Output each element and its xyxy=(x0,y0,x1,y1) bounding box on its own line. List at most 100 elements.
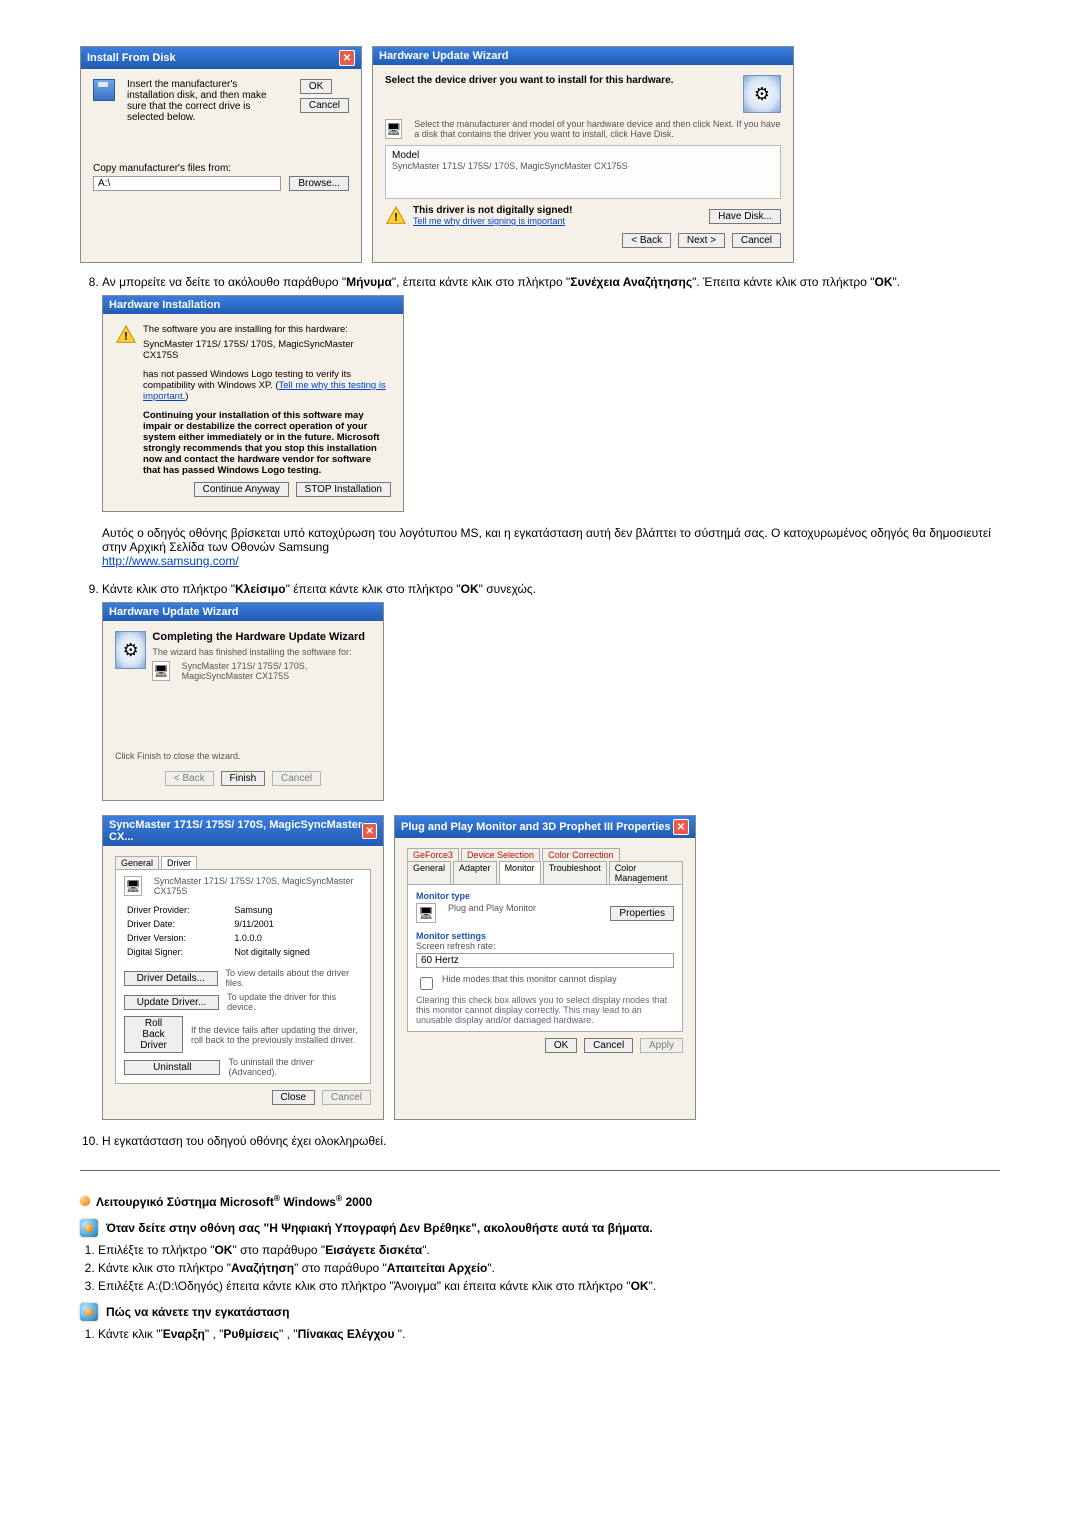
tab-gf[interactable]: GeForce3 xyxy=(407,848,459,861)
refresh-select[interactable]: 60 Hertz xyxy=(416,953,674,968)
close-icon[interactable]: ✕ xyxy=(673,819,689,835)
drive-select[interactable]: A:\ xyxy=(93,176,281,191)
cancel-button[interactable]: Cancel xyxy=(732,233,781,248)
step9-frag: " συνεχώς. xyxy=(479,582,536,596)
pnp-props-dialog: Plug and Play Monitor and 3D Prophet III… xyxy=(394,815,696,1120)
ok-button[interactable]: OK xyxy=(300,79,332,94)
tab-general[interactable]: General xyxy=(407,861,451,884)
digsig-step-1: Επιλέξτε το πλήκτρο "OK" στο παράθυρο "Ε… xyxy=(98,1243,1000,1257)
step9-ok: OK xyxy=(461,582,479,596)
update-driver-txt: To update the driver for this device. xyxy=(227,992,362,1012)
complete-wizard-title: Hardware Update Wizard xyxy=(109,606,239,618)
complete-wizard-dialog: Hardware Update Wizard ⚙︎ Completing the… xyxy=(102,602,384,801)
hw-install-warn: Continuing your installation of this sof… xyxy=(143,410,391,476)
bullet-icon xyxy=(80,1196,90,1206)
close-icon[interactable]: ✕ xyxy=(362,823,377,839)
sign-l: Digital Signer: xyxy=(126,946,231,958)
hw-update-wizard-title: Hardware Update Wizard xyxy=(379,50,509,62)
tab-color[interactable]: Color Correction xyxy=(542,848,620,861)
ok-button[interactable]: OK xyxy=(545,1038,577,1053)
model-label: Model xyxy=(392,150,774,161)
refresh-label: Screen refresh rate: xyxy=(416,941,674,951)
tab-devsel[interactable]: Device Selection xyxy=(461,848,540,861)
step8-frag: ". Έπειτα κάντε κλικ στο πλήκτρο " xyxy=(692,275,874,289)
have-disk-button[interactable]: Have Disk... xyxy=(709,209,781,224)
stop-install-button[interactable]: STOP Installation xyxy=(296,482,391,497)
browse-button[interactable]: Browse... xyxy=(289,176,349,191)
tab-general[interactable]: General xyxy=(115,856,159,869)
wizard-icon: ⚙︎ xyxy=(743,75,781,113)
hw-update-wizard-select: Hardware Update Wizard Select the device… xyxy=(372,46,794,263)
why-signing-link[interactable]: Tell me why driver signing is important xyxy=(413,216,572,226)
digsig-step-2: Κάντε κλικ στο πλήκτρο "Αναζήτηση" στο π… xyxy=(98,1261,1000,1275)
step-8: Αν μπορείτε να δείτε το ακόλουθο παράθυρ… xyxy=(102,275,1000,568)
ver-l: Driver Version: xyxy=(126,932,231,944)
hw-install-line1: The software you are installing for this… xyxy=(143,324,391,335)
click-finish-text: Click Finish to close the wizard. xyxy=(115,751,371,761)
prov-v: Samsung xyxy=(233,904,360,916)
complete-heading: Completing the Hardware Update Wizard xyxy=(152,631,371,643)
monitor-icon: 🖥 xyxy=(152,661,169,681)
back-button[interactable]: < Back xyxy=(622,233,671,248)
hw-install-line3b: ) xyxy=(185,391,188,402)
section-divider xyxy=(80,1170,1000,1171)
copy-from-label: Copy manufacturer's files from: xyxy=(93,163,349,174)
continue-anyway-button[interactable]: Continue Anyway xyxy=(194,482,289,497)
rollback-txt: If the device fails after updating the d… xyxy=(191,1025,362,1045)
next-button[interactable]: Next > xyxy=(678,233,725,248)
not-signed-warn: This driver is not digitally signed! xyxy=(413,205,572,216)
screenshots-install-and-wizard: Install From Disk ✕ Insert the manufactu… xyxy=(80,46,1000,263)
cancel-button: Cancel xyxy=(322,1090,371,1105)
uninstall-button[interactable]: Uninstall xyxy=(124,1060,220,1075)
win2000-title-c: 2000 xyxy=(342,1195,372,1209)
warning-icon: ! xyxy=(115,324,137,346)
cancel-button[interactable]: Cancel xyxy=(300,98,349,113)
driver-device: SyncMaster 171S/ 175S/ 170S, MagicSyncMa… xyxy=(154,876,362,896)
logo-note-paragraph: Αυτός ο οδηγός οθόνης βρίσκεται υπό κατο… xyxy=(102,526,1000,554)
monitor-icon: 🖥 xyxy=(385,119,402,139)
install-from-disk-title: Install From Disk xyxy=(87,52,176,64)
finish-button[interactable]: Finish xyxy=(221,771,266,786)
step8-msg: Μήνυμα xyxy=(346,275,392,289)
rollback-button[interactable]: Roll Back Driver xyxy=(124,1016,183,1053)
warning-icon: ! xyxy=(385,205,407,227)
select-device-label: Select the device driver you want to ins… xyxy=(385,75,673,86)
close-icon[interactable]: ✕ xyxy=(339,50,355,66)
ver-v: 1.0.0.0 xyxy=(233,932,360,944)
step8-continue: Συνέχεια Αναζήτησης xyxy=(570,275,692,289)
driver-props-dialog: SyncMaster 171S/ 175S/ 170S, MagicSyncMa… xyxy=(102,815,384,1120)
samsung-url[interactable]: http://www.samsung.com/ xyxy=(102,554,1000,568)
sign-v: Not digitally signed xyxy=(233,946,360,958)
hide-modes-hint: Clearing this check box allows you to se… xyxy=(416,995,674,1025)
hw-install-line2: SyncMaster 171S/ 175S/ 170S, MagicSyncMa… xyxy=(143,339,391,361)
info-icon xyxy=(80,1219,98,1237)
step9-frag: Κάντε κλικ στο πλήκτρο " xyxy=(102,582,235,596)
apply-button: Apply xyxy=(640,1038,683,1053)
step9-frag: " έπειτα κάντε κλικ στο πλήκτρο " xyxy=(286,582,461,596)
cancel-button[interactable]: Cancel xyxy=(584,1038,633,1053)
step8-ok: OK xyxy=(875,275,893,289)
tab-adapter[interactable]: Adapter xyxy=(453,861,497,884)
monitor-settings-header: Monitor settings xyxy=(416,931,674,941)
update-driver-button[interactable]: Update Driver... xyxy=(124,995,219,1010)
hide-modes-checkbox[interactable] xyxy=(420,977,433,990)
tab-monitor[interactable]: Monitor xyxy=(499,861,541,884)
driver-details-txt: To view details about the driver files. xyxy=(226,968,362,988)
tab-trouble[interactable]: Troubleshoot xyxy=(543,861,607,884)
tab-driver[interactable]: Driver xyxy=(161,856,197,869)
install-from-disk-dialog: Install From Disk ✕ Insert the manufactu… xyxy=(80,46,362,263)
step-10: Η εγκατάσταση του οδηγού οθόνης έχει ολο… xyxy=(102,1134,1000,1148)
svg-text:!: ! xyxy=(124,331,128,343)
step8-frag: ", έπειτα κάντε κλικ στο πλήκτρο " xyxy=(392,275,570,289)
monitor-icon: 🖥 xyxy=(416,903,436,923)
date-l: Driver Date: xyxy=(126,918,231,930)
install-from-disk-msg: Insert the manufacturer's installation d… xyxy=(127,79,277,123)
driver-details-button[interactable]: Driver Details... xyxy=(124,971,218,986)
close-button[interactable]: Close xyxy=(272,1090,316,1105)
select-device-hint: Select the manufacturer and model of you… xyxy=(414,119,781,139)
tab-colormgmt[interactable]: Color Management xyxy=(609,861,683,884)
pnp-props-title: Plug and Play Monitor and 3D Prophet III… xyxy=(401,821,671,833)
properties-button[interactable]: Properties xyxy=(610,906,674,921)
win2000-section-header: Λειτουργικό Σύστημα Microsoft® Windows® … xyxy=(80,1193,1000,1209)
uninstall-txt: To uninstall the driver (Advanced). xyxy=(228,1057,362,1077)
